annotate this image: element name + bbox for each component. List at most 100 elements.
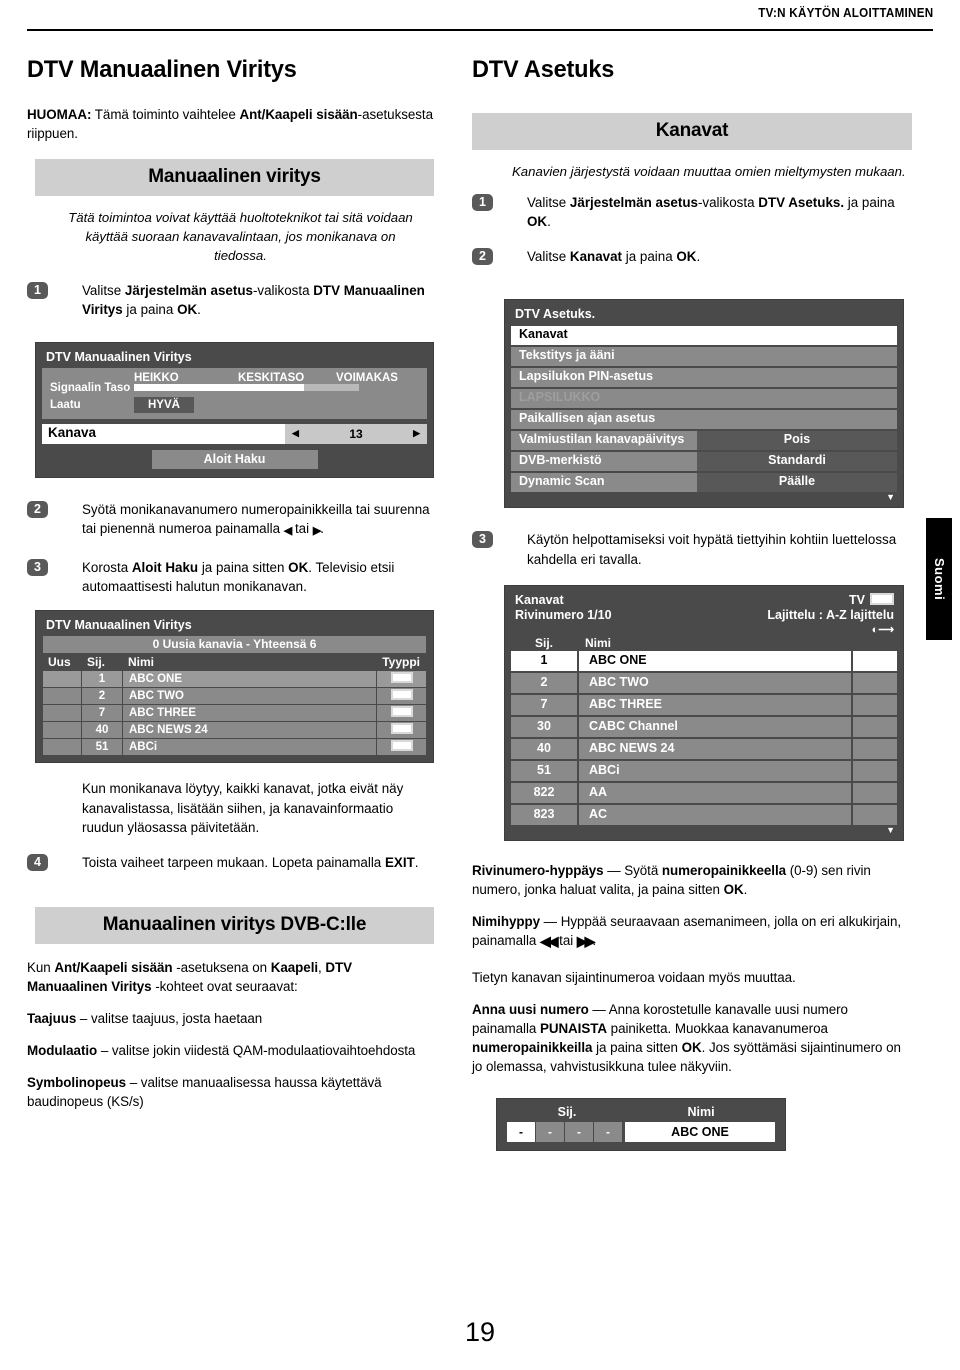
osd-channel-selector[interactable]: Kanava ◀ 13 ▶ (42, 423, 427, 444)
anna-uusi-numero-paragraph: Anna uusi numero — Anna korostetulle kan… (472, 1000, 912, 1076)
forward-arrow-icon: ▶▶ (576, 933, 595, 950)
t-bold: Nimihyppy (472, 914, 541, 930)
menu-item[interactable]: Lapsilukon PIN-asetus (511, 368, 897, 388)
left-step-4-text: Toista vaiheet tarpeen mukaan. Lopeta pa… (82, 853, 434, 872)
list-item-nimi: ABCi (579, 761, 851, 782)
list-item[interactable]: 40 ABC NEWS 24 (511, 739, 897, 760)
menu-item[interactable]: Tekstitys ja ääni (511, 347, 897, 367)
left-step-1: 1 Valitse Järjestelmän asetus-valikosta … (27, 281, 434, 320)
right-step-1: 1 Valitse Järjestelmän asetus-valikosta … (472, 193, 912, 232)
quality-value-badge: HYVÄ (134, 396, 194, 413)
t: Valitse (527, 194, 570, 210)
page-number: 19 (464, 1317, 496, 1347)
osd-entry-headers: Sij. Nimi (507, 1105, 775, 1122)
t: . (197, 302, 201, 318)
table-row[interactable]: 40 ABC NEWS 24 (43, 722, 426, 739)
list-item[interactable]: 7 ABC THREE (511, 695, 897, 716)
language-side-tab-label: Suomi (932, 557, 947, 601)
entry-digit-group[interactable]: ---- (507, 1122, 623, 1143)
t-bold: EXIT (384, 855, 415, 871)
entry-digit[interactable]: - (507, 1122, 535, 1143)
cell-tyyppi (377, 739, 426, 756)
list-item[interactable]: 30 CABC Channel (511, 717, 897, 738)
right-column: DTV Asetuks Kanavat Kanavien järjestystä… (472, 56, 912, 1152)
col-sij: Sij. (534, 636, 553, 651)
t-bold: DTV Asetuks. (758, 194, 845, 210)
t: Valitse (82, 282, 125, 298)
t-bold: Symbolinopeus (27, 1075, 127, 1091)
menu-item[interactable]: Valmiustilan kanavapäivitys Pois (511, 431, 897, 451)
language-side-tab: Suomi (926, 518, 952, 640)
left-step-4: 4 Toista vaiheet tarpeen mukaan. Lopeta … (27, 853, 434, 879)
header-rule (27, 29, 933, 32)
cell-sij: 1 (82, 671, 122, 688)
table-row[interactable]: 51 ABCi (43, 739, 426, 756)
list-item[interactable]: 2 ABC TWO (511, 673, 897, 694)
osd-manual-tuning: DTV Manuaalinen Viritys HEIKKO KESKITASO… (35, 341, 434, 478)
dvbc-item-symbolinopeus: Symbolinopeus – valitse manuaalisessa ha… (27, 1073, 434, 1111)
entry-channel-name: ABC ONE (625, 1122, 775, 1143)
table-row[interactable]: 7 ABC THREE (43, 705, 426, 722)
left-arrow-icon[interactable]: ◀ (292, 428, 299, 439)
t-bold: Järjestelmän asetus (124, 282, 253, 298)
list-item-sij: 7 (511, 695, 577, 716)
left-step-1-text: Valitse Järjestelmän asetus-valikosta DT… (82, 281, 434, 320)
t-bold: Ant/Kaapeli sisään (54, 960, 173, 976)
osd-signal-row: Signaalin Taso (50, 382, 419, 394)
t: ja paina (122, 302, 178, 318)
t: ja paina sitten (198, 559, 289, 575)
tv-icon (390, 672, 413, 684)
note-text-1: Tämä toiminto vaihtelee (91, 106, 240, 122)
right-arrow-icon[interactable]: ▶ (413, 428, 420, 439)
t: Valitse (527, 249, 570, 265)
menu-item[interactable]: DVB-merkistö Standardi (511, 452, 897, 472)
running-head: TV:N KÄYTÖN ALOITTAMINEN (0, 0, 960, 40)
step-number-badge: 1 (472, 193, 493, 211)
tv-icon (870, 592, 894, 605)
list-item[interactable]: 823 AC (511, 805, 897, 826)
menu-item[interactable]: Kanavat (511, 326, 897, 346)
channel-field-value[interactable]: ◀ 13 ▶ (285, 423, 427, 444)
t-bold: OK (527, 213, 548, 229)
list-item[interactable]: 822 AA (511, 783, 897, 804)
scroll-down-caret-icon[interactable]: ▼ (511, 826, 897, 835)
menu-item-value: Päälle (697, 473, 897, 493)
table-row[interactable]: 2 ABC TWO (43, 688, 426, 705)
cell-nimi: ABCi (123, 739, 377, 756)
entry-digit[interactable]: - (536, 1122, 564, 1143)
menu-item[interactable]: LAPSILUKKO (511, 389, 897, 409)
osd-found-subtitle: 0 Uusia kanavia - Yhteensä 6 (43, 636, 426, 654)
note-label: HUOMAA: (27, 106, 92, 122)
entry-digit[interactable]: - (594, 1122, 622, 1143)
channel-field-label: Kanava (42, 423, 285, 444)
start-search-button[interactable]: Aloit Haku (151, 449, 318, 469)
sijaintinumero-paragraph: Tietyn kanavan sijaintinumeroa voidaan m… (472, 970, 796, 986)
t: Toista vaiheet tarpeen mukaan. Lopeta pa… (82, 855, 385, 871)
mode-label: TV (849, 592, 865, 607)
banner-manuaalinen-viritys: Manuaalinen viritys (35, 158, 434, 196)
scroll-down-caret-icon[interactable]: ▼ (511, 493, 897, 502)
found-channels-table: Uus Sij. Nimi Tyyppi 1 ABC ONE 2 ABC TWO 7 AB… (42, 654, 427, 756)
list-item[interactable]: 1 ABC ONE (511, 651, 897, 672)
right-intro-italic: Kanavien järjestystä voidaan muuttaa omi… (512, 163, 906, 179)
list-item[interactable]: 51 ABCi (511, 761, 897, 782)
entry-digit[interactable]: - (565, 1122, 593, 1143)
t: . (547, 213, 551, 229)
dvbc-intro: Kun Ant/Kaapeli sisään -asetuksena on Ka… (27, 958, 434, 996)
cell-uus (43, 739, 81, 756)
col-nimi: Nimi (687, 1105, 715, 1120)
list-item-sij: 822 (511, 783, 577, 804)
col-sij: Sij. (82, 655, 122, 671)
list-item-sij: 1 (511, 651, 577, 672)
channel-number: 13 (349, 426, 363, 441)
menu-item[interactable]: Dynamic Scan Päälle (511, 473, 897, 493)
right-section-title: DTV Asetuks (472, 56, 615, 83)
t-bold: OK (177, 302, 198, 318)
menu-item[interactable]: Paikallisen ajan asetus (511, 410, 897, 430)
table-row[interactable]: 1 ABC ONE (43, 671, 426, 688)
left-after-found-text: Kun monikanava löytyy, kaikki kanavat, j… (82, 781, 404, 835)
rewind-arrow-icon: ◀◀ (539, 933, 558, 950)
osd-kanavat-rows: 1 ABC ONE 2 ABC TWO 7 ABC THREE 30 CABC Channel… (511, 651, 897, 826)
t: – valitse jokin viidestä QAM-modulaatiov… (97, 1043, 416, 1059)
menu-item-label: Kanavat (511, 326, 897, 346)
